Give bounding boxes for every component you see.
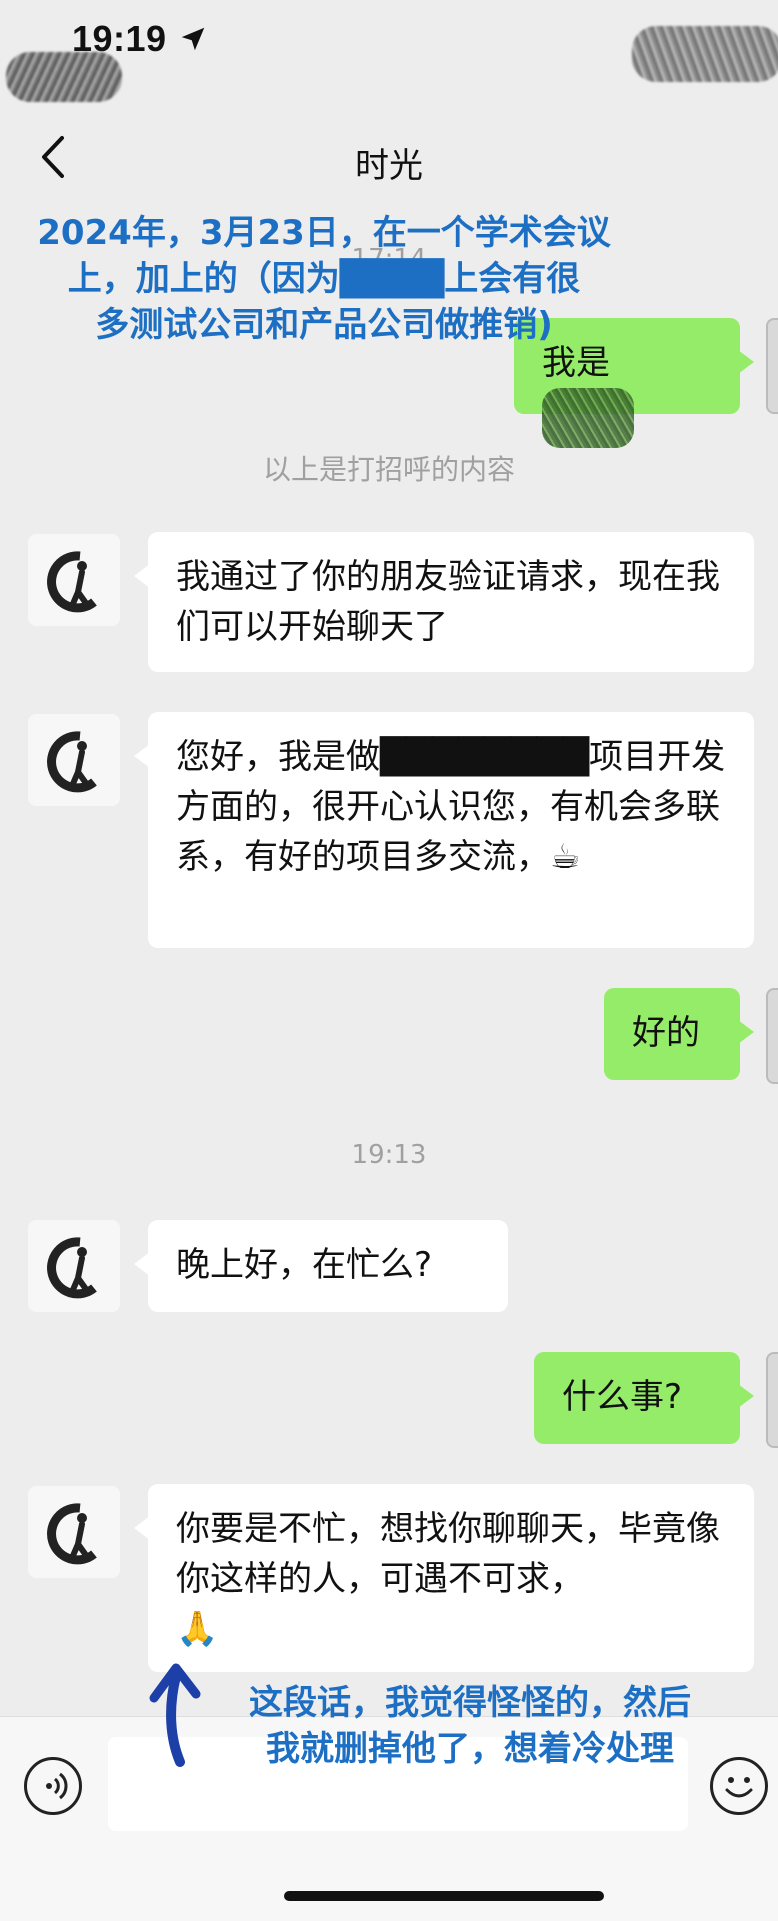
annotation-line: 2024年，3月23日，在一个学术会议: [37, 213, 611, 253]
contact-avatar[interactable]: [28, 534, 120, 626]
message-bubble-received[interactable]: 晚上好，在忙么?: [134, 1220, 508, 1312]
pray-emoji: 🙏: [176, 1609, 219, 1649]
message-text: 您好，我是做████████项目开发方面的，很开心认识您，有机会多联系，有好的项…: [176, 737, 726, 877]
status-icons-redacted: [632, 26, 778, 82]
contact-avatar[interactable]: [28, 1220, 120, 1312]
contact-logo-icon: [47, 1503, 97, 1565]
contact-logo-icon: [47, 551, 97, 613]
redacted-scribble: [6, 52, 122, 102]
my-avatar[interactable]: [766, 318, 778, 414]
message-bubble-received[interactable]: 我通过了你的朋友验证请求，现在我们可以开始聊天了: [134, 532, 754, 672]
annotation-arrow-icon: [149, 1663, 201, 1767]
system-note: 以上是打招呼的内容: [262, 453, 515, 486]
contact-logo-icon: [47, 1237, 97, 1299]
redacted-scribble: [542, 388, 634, 448]
message-text: 我是: [542, 343, 610, 383]
message-bubble-received[interactable]: 你要是不忙，想找你聊聊天，毕竟像你这样的人，可遇不可求， 🙏: [134, 1484, 754, 1672]
annotation-top: 2024年，3月23日，在一个学术会议 上，加上的（因为████上会有很 多测试…: [4, 210, 644, 348]
timestamp: 19:13: [351, 1140, 427, 1170]
chat-header: 时光: [0, 108, 778, 208]
annotation-line: 这段话，我觉得怪怪的，然后: [249, 1683, 691, 1723]
message-text: 什么事?: [562, 1377, 683, 1417]
voice-icon: [46, 1772, 68, 1800]
my-avatar[interactable]: [766, 988, 778, 1084]
message-bubble-sent[interactable]: 什么事?: [534, 1352, 754, 1444]
annotation-line: 上，加上的（因为████上会有很: [67, 259, 581, 299]
message-text: 你要是不忙，想找你聊聊天，毕竟像你这样的人，可遇不可求，: [176, 1509, 720, 1599]
contact-avatar[interactable]: [28, 714, 120, 806]
chat-title: 时光: [355, 146, 423, 186]
annotation-line: 多测试公司和产品公司做推销): [95, 305, 553, 345]
annotation-line: 我就删掉他了，想着冷处理: [266, 1729, 674, 1769]
message-text: 好的: [632, 1013, 700, 1053]
my-avatar[interactable]: [766, 1352, 778, 1448]
message-text: 晚上好，在忙么?: [176, 1245, 433, 1285]
contact-avatar[interactable]: [28, 1486, 120, 1578]
annotation-bottom: 这段话，我觉得怪怪的，然后 我就删掉他了，想着冷处理: [190, 1680, 750, 1772]
status-bar: 19:19: [0, 0, 778, 102]
contact-logo-icon: [47, 731, 97, 793]
location-arrow-icon: [181, 27, 205, 51]
message-bubble-sent[interactable]: 好的: [604, 988, 754, 1080]
voice-button[interactable]: [24, 1757, 82, 1815]
coffee-emoji: ☕: [550, 837, 581, 877]
message-bubble-received[interactable]: 您好，我是做████████项目开发方面的，很开心认识您，有机会多联系，有好的项…: [134, 712, 754, 948]
home-indicator[interactable]: [284, 1891, 604, 1901]
message-text: 我通过了你的朋友验证请求，现在我们可以开始聊天了: [176, 557, 720, 647]
